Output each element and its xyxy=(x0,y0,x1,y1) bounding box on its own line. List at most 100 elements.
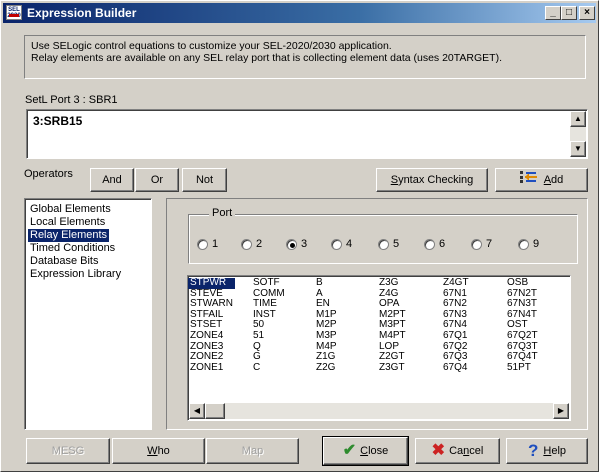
close-label: lose xyxy=(368,445,389,457)
expression-text[interactable]: 3:SRB15 xyxy=(33,114,82,128)
port-legend: Port xyxy=(209,207,236,219)
map-button[interactable]: Map xyxy=(206,438,299,464)
info-line-2: Relay elements are available on any SEL … xyxy=(31,52,502,64)
element-hscrollbar[interactable]: ◀ ▶ xyxy=(189,403,569,419)
element-item[interactable]: 67Q2T xyxy=(505,330,540,342)
category-relay-elements[interactable]: Relay Elements xyxy=(28,229,110,242)
element-item[interactable]: Z3GT xyxy=(377,362,408,374)
category-local-elements[interactable]: Local Elements xyxy=(28,216,107,229)
category-database-bits[interactable]: Database Bits xyxy=(28,255,100,268)
or-button[interactable]: Or xyxy=(135,168,179,192)
element-column-3: B A EN M1P M2P M3P M4P Z1G Z2G xyxy=(314,277,339,374)
scroll-left-icon[interactable]: ◀ xyxy=(189,403,205,419)
port-radio-label: 6 xyxy=(439,238,446,250)
port-radio-label: 4 xyxy=(346,238,353,250)
title-bar[interactable]: SEL 2030 Expression Builder _ □ × xyxy=(3,3,596,23)
expression-vscrollbar[interactable]: ▲ ▼ xyxy=(570,111,586,157)
info-line-1: Use SELogic control equations to customi… xyxy=(31,40,392,52)
element-item[interactable]: ZONE1 xyxy=(188,362,235,374)
close-window-button[interactable]: × xyxy=(579,6,595,20)
element-item[interactable]: SOTF xyxy=(251,277,287,289)
element-item[interactable]: 51 xyxy=(251,330,287,342)
category-expression-library[interactable]: Expression Library xyxy=(28,268,123,281)
port-radio-label: 1 xyxy=(212,238,219,250)
element-column-6: OSB 67N2T 67N3T 67N4T OST 67Q2T 67Q3T 67… xyxy=(505,277,540,374)
category-timed-conditions[interactable]: Timed Conditions xyxy=(28,242,117,255)
syntax-checking-button[interactable]: Syntax Checking xyxy=(376,168,488,192)
element-item[interactable]: Z2G xyxy=(314,362,339,374)
help-button[interactable]: ? Help xyxy=(506,438,588,464)
maximize-button[interactable]: □ xyxy=(561,6,577,20)
radio-circle-icon xyxy=(197,239,208,250)
and-button[interactable]: And xyxy=(90,168,134,192)
element-column-4: Z3G Z4G OPA M2PT M3PT M4PT LOP Z2GT Z3GT xyxy=(377,277,408,374)
element-item[interactable]: C xyxy=(251,362,287,374)
syntax-accel: S xyxy=(390,174,399,186)
not-button-label: Not xyxy=(195,174,214,186)
close-accel: C xyxy=(360,445,369,457)
scroll-down-icon[interactable]: ▼ xyxy=(570,141,586,157)
cancel-button[interactable]: ✖ Cancel xyxy=(415,438,500,464)
scroll-thumb[interactable] xyxy=(205,403,225,419)
add-accel: A xyxy=(543,174,552,186)
sel-app-icon: SEL 2030 xyxy=(6,5,22,20)
add-label: dd xyxy=(551,174,564,186)
mesg-label: MESG xyxy=(51,445,85,457)
info-panel: Use SELogic control equations to customi… xyxy=(24,35,586,79)
add-icon xyxy=(519,169,538,191)
not-button[interactable]: Not xyxy=(182,168,227,192)
question-icon: ? xyxy=(527,441,539,461)
element-item[interactable]: 67Q4 xyxy=(441,362,471,374)
element-item[interactable]: M3P xyxy=(314,330,339,342)
radio-circle-icon xyxy=(518,239,529,250)
element-item[interactable]: OSB xyxy=(505,277,540,289)
element-item[interactable]: M4PT xyxy=(377,330,408,342)
port-radio-label: 9 xyxy=(533,238,540,250)
cancel-label-end: cel xyxy=(469,445,484,457)
port-radio-label: 3 xyxy=(301,238,308,250)
close-button[interactable]: ✔ Close xyxy=(322,436,409,466)
operators-label: Operators xyxy=(24,168,73,180)
minimize-button[interactable]: _ xyxy=(545,6,561,20)
or-button-label: Or xyxy=(150,174,164,186)
radio-circle-icon xyxy=(424,239,435,250)
element-column-2: SOTF COMM TIME INST 50 51 Q G C xyxy=(251,277,287,374)
element-item[interactable]: ZONE4 xyxy=(188,330,235,342)
radio-circle-icon xyxy=(378,239,389,250)
radio-circle-icon xyxy=(331,239,342,250)
syntax-label: yntax Checking xyxy=(398,174,474,186)
category-global-elements[interactable]: Global Elements xyxy=(28,203,113,216)
element-item[interactable]: 67Q1 xyxy=(441,330,471,342)
element-item[interactable]: B xyxy=(314,277,339,289)
who-accel: W xyxy=(147,445,158,457)
expression-editor[interactable]: 3:SRB15 ▲ ▼ xyxy=(26,109,588,159)
radio-selected-icon xyxy=(286,239,297,250)
window-title: Expression Builder xyxy=(27,6,137,20)
cancel-label-start: Ca xyxy=(449,445,464,457)
help-label: elp xyxy=(551,445,567,457)
add-button[interactable]: Add xyxy=(495,168,588,192)
scroll-up-icon[interactable]: ▲ xyxy=(570,111,586,127)
element-item[interactable]: Z3G xyxy=(377,277,408,289)
scroll-right-icon[interactable]: ▶ xyxy=(553,403,569,419)
relay-element-list[interactable]: STPWR STEVE STWARN STFAIL STSET ZONE4 ZO… xyxy=(187,275,571,421)
and-button-label: And xyxy=(102,174,122,186)
check-icon: ✔ xyxy=(342,442,357,460)
cancel-x-icon: ✖ xyxy=(431,442,446,460)
element-column-5: Z4GT 67N1 67N2 67N3 67N4 67Q1 67Q2 67Q3 … xyxy=(441,277,471,374)
element-item[interactable]: STPWR xyxy=(188,277,235,289)
port-radio-label: 7 xyxy=(486,238,493,250)
radio-circle-icon xyxy=(241,239,252,250)
who-label: ho xyxy=(157,445,170,457)
element-item[interactable]: Z4GT xyxy=(441,277,471,289)
radio-circle-icon xyxy=(471,239,482,250)
element-column-1: STPWR STEVE STWARN STFAIL STSET ZONE4 ZO… xyxy=(188,277,235,374)
mesg-button[interactable]: MESG xyxy=(26,438,110,464)
category-list[interactable]: Global Elements Local Elements Relay Ele… xyxy=(24,198,152,430)
setting-label: SetL Port 3 : SBR1 xyxy=(25,94,118,106)
element-item[interactable]: 51PT xyxy=(505,362,540,374)
map-label: Map xyxy=(241,445,264,457)
port-radio-label: 5 xyxy=(393,238,400,250)
who-button[interactable]: Who xyxy=(112,438,205,464)
expression-builder-window: SEL 2030 Expression Builder _ □ × Use SE… xyxy=(0,0,599,472)
